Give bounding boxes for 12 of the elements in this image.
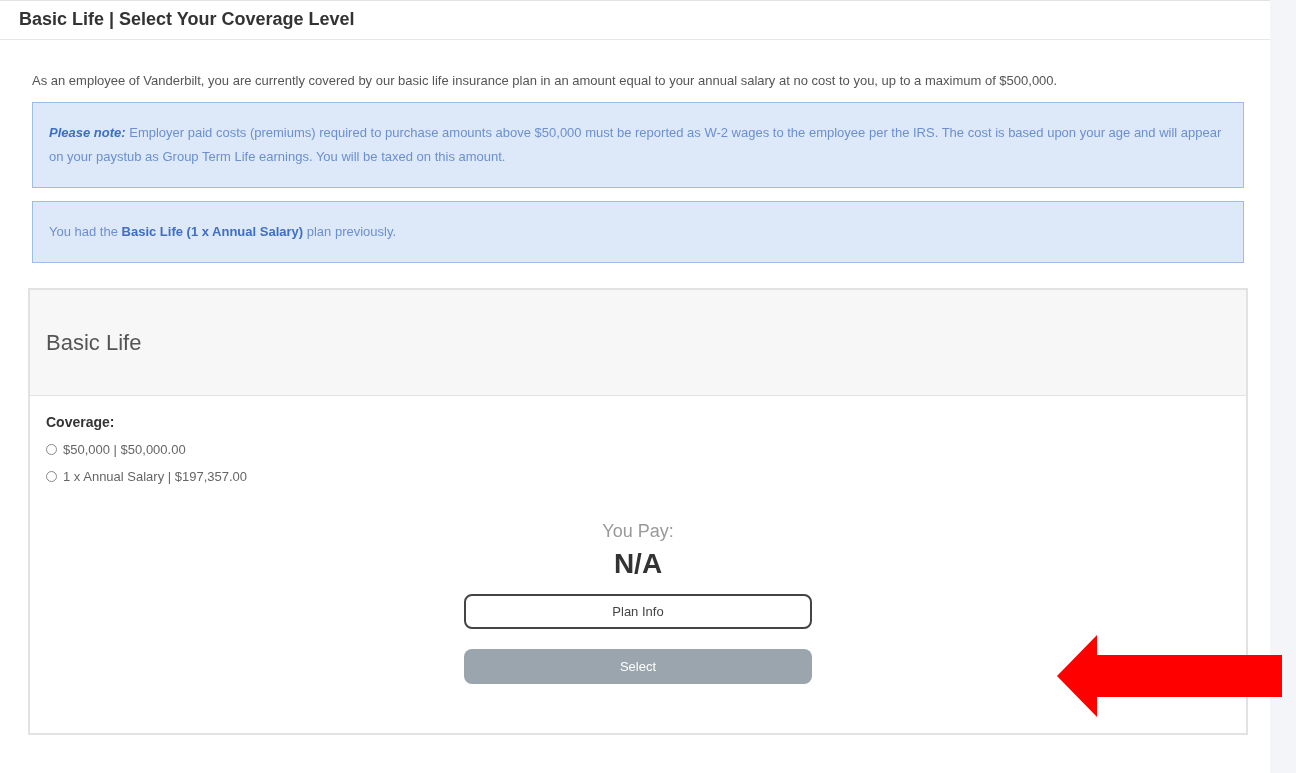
plan-title: Basic Life [46, 329, 142, 356]
page-title: Basic Life | Select Your Coverage Level [19, 9, 356, 30]
notice-banner: You had the Basic Life (1 x Annual Salary) plan previously. [32, 201, 1244, 263]
coverage-option[interactable]: 1 x Annual Salary | $197,357.00 [46, 463, 248, 490]
plan-info-button[interactable]: Plan Info [464, 594, 812, 629]
coverage-label: Coverage: [46, 414, 116, 430]
you-pay-value: N/A [613, 548, 663, 580]
you-pay-label: You Pay: [602, 521, 674, 542]
coverage-option[interactable]: $50,000 | $50,000.00 [46, 436, 186, 463]
intro-paragraph: As an employee of Vanderbilt, you are currently covered by our basic life insurance plan in an amount equal to your annual salary at no cost to you, up to a maximum of $500,000. [32, 72, 1059, 90]
notice-banner: Please note: Employer paid costs (premiums) required to purchase amounts above $50,000 must be reported as W-2 wages to the employee per the IRS. The cost is based upon your age and will appear on your paystub as Group Term Life earnings. You will be taxed on this amount. [32, 102, 1244, 188]
arrow-icon [1057, 635, 1282, 717]
